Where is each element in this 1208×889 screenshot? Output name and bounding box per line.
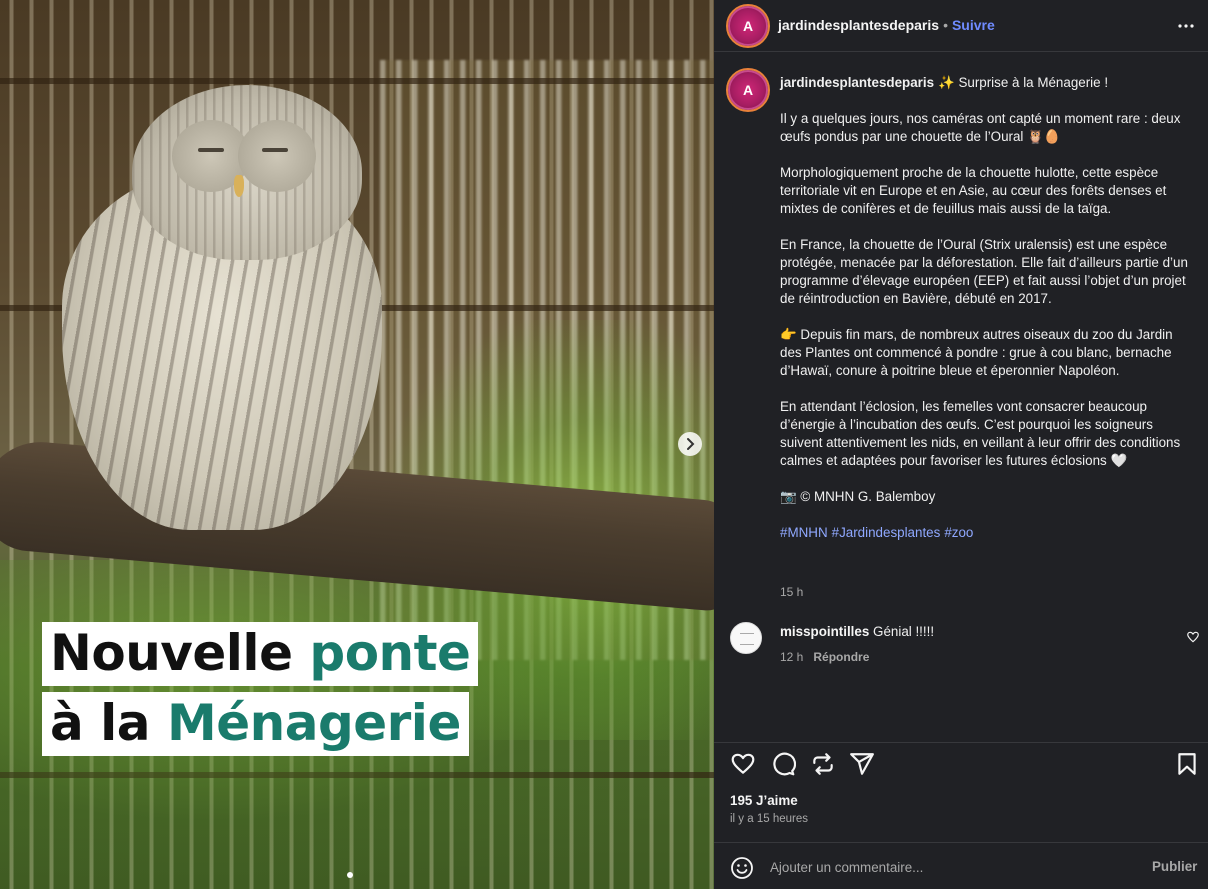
caption-paragraph: En attendant l’éclosion, les femelles vo…	[780, 399, 1181, 468]
hashtag-link[interactable]: #zoo	[944, 525, 973, 540]
caption-text: ✨ Surprise à la Ménagerie !	[938, 75, 1109, 90]
emoji-icon[interactable]	[730, 856, 754, 880]
bookmark-icon[interactable]	[1174, 751, 1200, 777]
send-icon[interactable]	[849, 751, 875, 777]
chevron-right-icon	[687, 438, 695, 450]
image-headline: Nouvelle ponte à la Ménagerie	[42, 622, 479, 762]
post-actions-bar	[714, 742, 1208, 784]
caption-paragraph: 📷 © MNHN G. Balemboy	[780, 489, 936, 504]
reply-button[interactable]: Répondre	[813, 650, 869, 664]
add-comment-bar: Publier	[714, 842, 1208, 889]
headline-accent-word: ponte	[309, 624, 471, 682]
post-header: A jardindesplantesdeparis • Suivre	[714, 0, 1208, 52]
headline-accent-word: Ménagerie	[166, 694, 461, 752]
carousel-indicator-dot	[347, 872, 353, 878]
comment-item: misspointilles Génial !!!!!	[780, 624, 934, 639]
fence-beam	[0, 78, 714, 84]
caption-timestamp[interactable]: 15 h	[780, 585, 803, 599]
caption-paragraph: Il y a quelques jours, nos caméras ont c…	[780, 111, 1181, 144]
header-separator: •	[943, 17, 948, 33]
caption-avatar[interactable]: A	[726, 68, 770, 112]
owl-eye-right	[262, 148, 288, 152]
repost-icon[interactable]	[810, 751, 836, 777]
comment-username[interactable]: misspointilles	[780, 624, 869, 639]
post-image[interactable]: Nouvelle ponte à la Ménagerie	[0, 0, 714, 889]
caption-paragraph: 👉 Depuis fin mars, de nombreux autres oi…	[780, 327, 1173, 378]
caption-paragraph: jardindesplantesdeparis ✨ Surprise à la M…	[780, 74, 1190, 92]
owl-facial-disc-right	[238, 120, 316, 192]
comment-meta: 12 h Répondre	[780, 650, 869, 664]
post-side-panel: A jardindesplantesdeparis • Suivre A jardi…	[714, 0, 1208, 889]
owl-eye-left	[198, 148, 224, 152]
hashtag-link[interactable]: #Jardindesplantes	[832, 525, 941, 540]
account-avatar[interactable]: A	[726, 4, 770, 48]
caption-username[interactable]: jardindesplantesdeparis	[780, 75, 934, 90]
comment-timestamp[interactable]: 12 h	[780, 650, 803, 664]
headline-line-2: à la Ménagerie	[42, 692, 469, 756]
headline-line-1: Nouvelle ponte	[42, 622, 479, 686]
post-time-ago[interactable]: il y a 15 heures	[730, 813, 808, 825]
header-username[interactable]: jardindesplantesdeparis	[778, 17, 939, 33]
more-options-button[interactable]	[1176, 16, 1196, 36]
headline-word: Nouvelle	[50, 624, 310, 682]
caption-hashtags: #MNHN #Jardindesplantes #zoo	[780, 524, 1190, 542]
comment-text: Génial !!!!!	[873, 624, 935, 639]
carousel-next-button[interactable]	[678, 432, 702, 456]
comment-input[interactable]	[770, 855, 1130, 879]
header-user-line: jardindesplantesdeparis • Suivre	[778, 17, 995, 33]
headline-word: à la	[50, 694, 167, 752]
more-horizontal-icon	[1178, 24, 1194, 28]
caption-paragraph: Morphologiquement proche de la chouette …	[780, 165, 1167, 216]
publish-button[interactable]: Publier	[1152, 859, 1197, 874]
heart-icon[interactable]	[730, 751, 756, 777]
hashtag-link[interactable]: #MNHN	[780, 525, 828, 540]
comment-icon[interactable]	[770, 751, 796, 777]
commenter-avatar[interactable]	[730, 622, 762, 654]
follow-button[interactable]: Suivre	[952, 17, 995, 33]
likes-count[interactable]: 195 J’aime	[730, 793, 798, 808]
post-caption: jardindesplantesdeparis ✨ Surprise à la M…	[780, 74, 1190, 560]
caption-paragraph: En France, la chouette de l’Oural (Strix…	[780, 237, 1188, 306]
owl-beak	[234, 175, 244, 197]
comment-like-heart-icon[interactable]	[1186, 630, 1200, 644]
